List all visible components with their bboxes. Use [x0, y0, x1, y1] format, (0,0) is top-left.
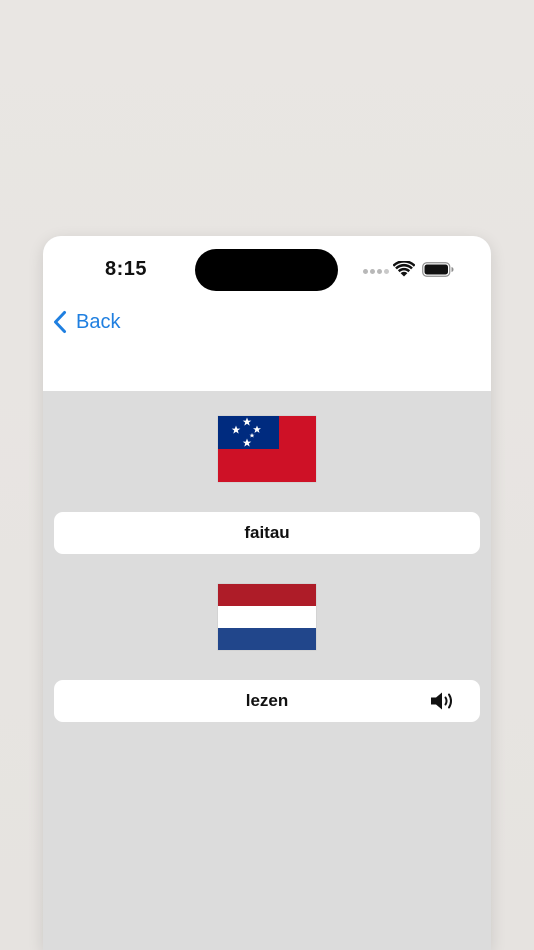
target-word: lezen — [245, 691, 289, 710]
back-button[interactable]: Back — [52, 308, 120, 336]
source-word-card[interactable]: faitau — [54, 512, 480, 554]
samoa-flag-icon — [218, 416, 316, 482]
netherlands-flag-icon — [218, 584, 316, 650]
dynamic-island — [195, 249, 338, 291]
page-background: 8:15 Back faitau lezen — [0, 0, 534, 950]
source-word: faitau — [244, 523, 290, 542]
navigation-bar: 8:15 Back — [43, 236, 491, 391]
status-icons — [363, 260, 458, 280]
battery-icon — [422, 262, 454, 277]
signal-dots-icon — [363, 269, 389, 275]
speaker-icon[interactable] — [430, 690, 456, 712]
wifi-icon — [393, 261, 415, 277]
chevron-left-icon — [54, 311, 66, 333]
back-label: Back — [76, 310, 121, 333]
target-word-card[interactable]: lezen — [54, 680, 480, 722]
app-window: 8:15 Back faitau lezen — [43, 236, 491, 950]
status-time: 8:15 — [105, 258, 148, 280]
